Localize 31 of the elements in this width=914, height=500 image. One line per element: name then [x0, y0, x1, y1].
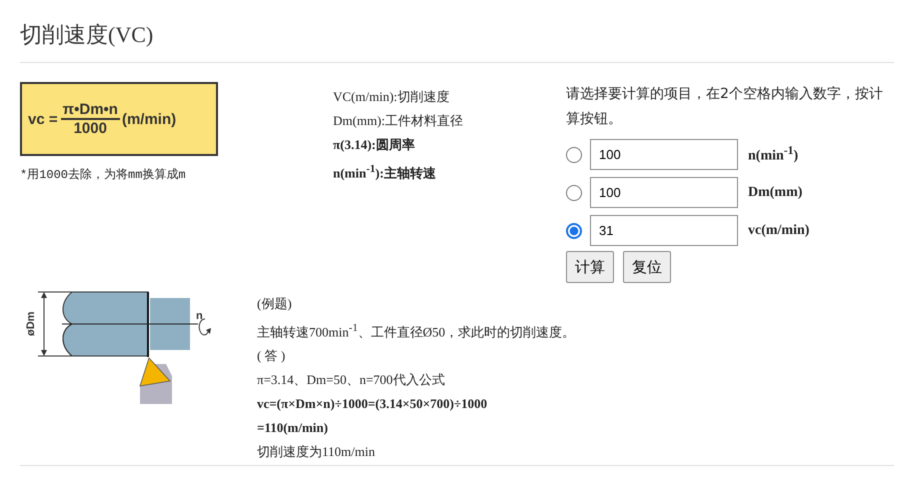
- instruction-text: 请选择要计算的项目，在2个空格内输入数字，按计算按钮。: [566, 85, 884, 129]
- radio-button[interactable]: [566, 184, 582, 200]
- diameter-label: øDm: [25, 312, 37, 336]
- page-title: 切削速度(VC): [20, 21, 154, 49]
- rotation-label: n: [196, 310, 203, 322]
- example-line: π=3.14、Dm=50、n=700代入公式: [257, 371, 446, 390]
- field-label: vc(m/min): [748, 222, 810, 238]
- formula-numerator: π•Dm•n: [60, 101, 120, 120]
- reset-button[interactable]: 复位: [623, 251, 671, 283]
- radio-button[interactable]: [566, 222, 582, 238]
- field-label: n(min$^{-1}$): [748, 144, 798, 165]
- calculate-button[interactable]: 计算: [566, 251, 614, 283]
- definition-text: π(3.14):圆周率: [333, 136, 416, 154]
- example-line: ( 答 ): [257, 347, 286, 366]
- example-line: 主轴转速700min$^{-1}$、工件直径Ø50，求此时的切削速度。: [257, 321, 576, 342]
- input-field[interactable]: 100: [590, 177, 738, 208]
- example-line: 切削速度为110m/min: [257, 443, 376, 462]
- formula-unit: (m/min): [122, 110, 176, 128]
- input-field[interactable]: 100: [590, 139, 738, 170]
- formula-lhs: vc =: [28, 110, 58, 128]
- definition-text: n(min$^{-1}$):主轴转速: [333, 162, 437, 182]
- input-field[interactable]: 31: [590, 215, 738, 246]
- formula-note: *用1000去除，为将mm换算成m: [20, 167, 186, 183]
- definition-text: VC(m/min):切削速度: [333, 88, 450, 106]
- example-line: vc=(π×Dm×n)÷1000=(3.14×50×700)÷1000: [257, 395, 488, 414]
- definition-text: Dm(mm):工件材料直径: [333, 112, 464, 130]
- radio-button[interactable]: [566, 146, 582, 162]
- field-label: Dm(mm): [748, 184, 802, 200]
- formula-denominator: 1000: [74, 120, 107, 137]
- example-line: =110(m/min): [257, 419, 329, 438]
- example-line: (例题): [257, 295, 293, 313]
